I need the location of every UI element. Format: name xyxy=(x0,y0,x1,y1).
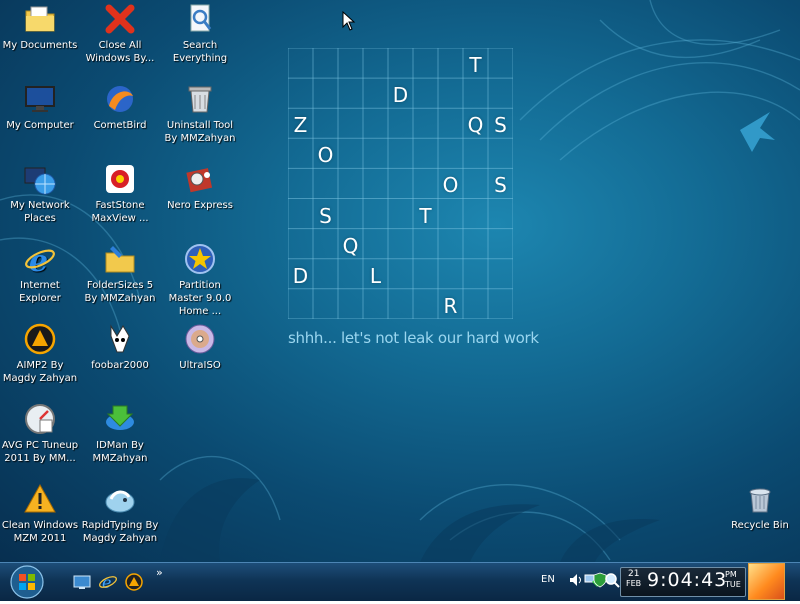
desktop-icon-label: Partition Master 9.0.0 Home ... xyxy=(168,280,232,317)
desktop-icon-folder-documents[interactable]: My Documents xyxy=(0,2,80,52)
clock-day: 21 xyxy=(628,569,640,579)
tagline-text: shhh... let's not leak our hard work xyxy=(288,329,539,347)
desktop-icon-folder-sizes[interactable]: FolderSizes 5 By MMZahyan xyxy=(80,242,160,305)
desktop-icon-label: AIMP2 By Magdy Zahyan xyxy=(2,360,78,384)
grid-letter: D xyxy=(392,83,409,108)
desktop-icon-label: Search Everything xyxy=(172,40,228,64)
grid-letter: Q xyxy=(342,233,359,258)
mouse-pointer-icon xyxy=(342,11,356,31)
desktop-icon-label: Close All Windows By... xyxy=(85,40,155,64)
desktop-icon-label: My Documents xyxy=(2,40,78,51)
desktop-icon-gauge[interactable]: AVG PC Tuneup 2011 By MM... xyxy=(0,402,80,465)
show-desktop-icon xyxy=(73,575,91,589)
internet-explorer-icon: e xyxy=(99,573,117,592)
desktop-icon-search-document[interactable]: Search Everything xyxy=(160,2,240,65)
clock-time: 9:04:43 xyxy=(647,569,728,591)
desktop-icon-label: foobar2000 xyxy=(91,360,149,371)
grid-letter: T xyxy=(469,53,482,78)
desktop-icon-cometbird[interactable]: CometBird xyxy=(80,82,160,132)
folder-documents-icon xyxy=(23,2,57,36)
desktop-icon-label: My Network Places xyxy=(10,200,70,224)
quick-launch-aimp[interactable] xyxy=(124,572,144,592)
cometbird-icon xyxy=(103,82,137,116)
desktop-icon-label: IDMan By MMZahyan xyxy=(92,440,148,464)
show-desktop-button[interactable] xyxy=(748,563,785,600)
language-indicator[interactable]: EN xyxy=(541,574,555,585)
clock-month: FEB xyxy=(626,579,642,588)
grid-letter: Z xyxy=(293,113,308,138)
desktop-icon-disc[interactable]: UltraISO xyxy=(160,322,240,372)
desktop-icon-red-x[interactable]: Close All Windows By... xyxy=(80,2,160,65)
grid-letter: T xyxy=(419,203,432,228)
desktop-icon-nero[interactable]: Nero Express xyxy=(160,162,240,212)
desktop-icon-network-globe[interactable]: My Network Places xyxy=(0,162,80,225)
desktop-icon-download-manager[interactable]: IDMan By MMZahyan xyxy=(80,402,160,465)
speaker-icon[interactable] xyxy=(568,572,584,588)
internet-explorer-icon: e xyxy=(23,242,57,276)
desktop-icon-rapidtyping[interactable]: RapidTyping By Magdy Zahyan xyxy=(80,482,160,545)
svg-text:e: e xyxy=(102,573,111,592)
desktop-icon-label: Internet Explorer xyxy=(19,280,61,304)
warning-triangle-icon xyxy=(23,482,57,516)
svg-text:e: e xyxy=(29,244,48,276)
folder-sizes-icon xyxy=(103,242,137,276)
desktop-icon-partition-star[interactable]: Partition Master 9.0.0 Home ... xyxy=(160,242,240,318)
desktop-icon-label: Uninstall Tool By MMZahyan xyxy=(164,120,236,144)
rapidtyping-icon xyxy=(103,482,137,516)
clock-weekday: TUE xyxy=(725,580,741,589)
monitor-icon xyxy=(23,82,57,116)
faststone-icon xyxy=(103,162,137,196)
nero-icon xyxy=(183,162,217,196)
desktop-icon-foobar[interactable]: foobar2000 xyxy=(80,322,160,372)
grid-letter: O xyxy=(317,143,334,168)
grid-letter: S xyxy=(494,173,507,198)
grid-letter: R xyxy=(443,293,458,318)
grid-letter: S xyxy=(494,113,507,138)
desktop-icon-label: Nero Express xyxy=(167,200,233,211)
desktop-icon-internet-explorer[interactable]: e Internet Explorer xyxy=(0,242,80,305)
network-globe-icon xyxy=(23,162,57,196)
gauge-icon xyxy=(23,402,57,436)
grid-letter: L xyxy=(369,263,382,288)
grid-letter: Q xyxy=(467,113,484,138)
trash-bin-icon xyxy=(183,82,217,116)
desktop-icon-label: My Computer xyxy=(6,120,74,131)
desktop-icon-trash-bin[interactable]: Uninstall Tool By MMZahyan xyxy=(160,82,240,145)
desktop-icon-monitor[interactable]: My Computer xyxy=(0,82,80,132)
disc-icon xyxy=(183,322,217,356)
desktop-icon-faststone[interactable]: FastStone MaxView ... xyxy=(80,162,160,225)
desktop-icon-label: UltraISO xyxy=(179,360,221,371)
desktop-icon-label: RapidTyping By Magdy Zahyan xyxy=(81,520,159,544)
grid-letter: S xyxy=(319,203,332,228)
desktop-icon-recycle-bin[interactable]: Recycle Bin xyxy=(720,482,800,532)
desktop-icon-aimp[interactable]: AIMP2 By Magdy Zahyan xyxy=(0,322,80,385)
quick-launch-internet-explorer[interactable]: e xyxy=(98,572,118,592)
grid-letter: O xyxy=(442,173,459,198)
start-button[interactable] xyxy=(8,564,46,600)
desktop-icon-label: FolderSizes 5 By MMZahyan xyxy=(84,280,156,304)
desktop-icon-warning-triangle[interactable]: Clean Windows MZM 2011 xyxy=(0,482,80,545)
aimp-icon xyxy=(125,573,143,591)
red-x-icon xyxy=(103,2,137,36)
recycle-bin-icon xyxy=(743,482,777,516)
foobar-icon xyxy=(103,322,137,356)
desktop-icon-label: Recycle Bin xyxy=(731,520,789,531)
clock-ampm: PM xyxy=(725,570,737,579)
download-manager-icon xyxy=(103,402,137,436)
desktop-icon-label: FastStone MaxView ... xyxy=(91,200,149,224)
search-icon[interactable] xyxy=(604,572,620,588)
quick-launch-overflow[interactable]: » xyxy=(156,566,163,579)
aimp-icon xyxy=(23,322,57,356)
desktop-icon-label: AVG PC Tuneup 2011 By MM... xyxy=(1,440,79,464)
grid-letter: D xyxy=(292,263,309,288)
desktop-icon-label: Clean Windows MZM 2011 xyxy=(1,520,79,544)
partition-star-icon xyxy=(183,242,217,276)
windows-logo-icon xyxy=(10,565,44,599)
search-document-icon xyxy=(183,2,217,36)
quick-launch-show-desktop[interactable] xyxy=(72,572,92,592)
desktop-icon-label: CometBird xyxy=(93,120,147,131)
desktop[interactable]: My Documents Close All Windows By... Searc… xyxy=(0,0,800,562)
